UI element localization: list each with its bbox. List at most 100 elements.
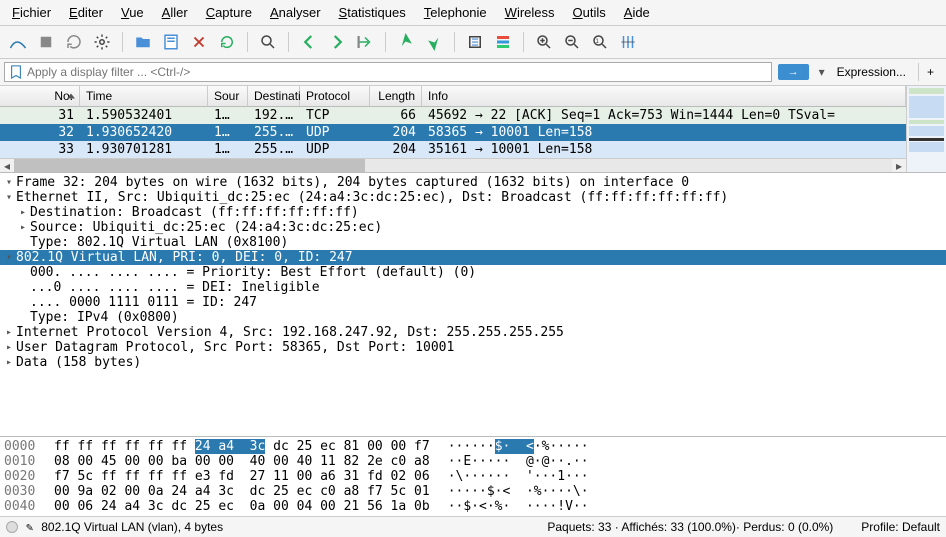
menu-outils[interactable]: Outils [565, 2, 614, 23]
cell: UDP [300, 141, 370, 158]
add-filter-button[interactable]: + [918, 63, 942, 81]
packet-list-pane: No.TimeSourDestinatiProtocolLengthInfo 3… [0, 86, 946, 172]
cell: 255.… [248, 141, 300, 158]
svg-text:1: 1 [596, 39, 600, 45]
hex-row[interactable]: 004000 06 24 a4 3c dc 25 ec 0a 00 04 00 … [4, 499, 942, 514]
packet-list-header[interactable]: No.TimeSourDestinatiProtocolLengthInfo [0, 86, 906, 107]
reload-icon[interactable] [62, 30, 86, 54]
packet-row[interactable]: 321.9306524201…255.…UDP20458365 → 10001 … [0, 124, 906, 141]
column-header-destinati[interactable]: Destinati [248, 86, 300, 106]
hex-row[interactable]: 0020f7 5c ff ff ff ff e3 fd 27 11 00 a6 … [4, 469, 942, 484]
menu-aide[interactable]: Aide [616, 2, 658, 23]
detail-row[interactable]: 000. .... .... .... = Priority: Best Eff… [0, 265, 946, 280]
hex-row[interactable]: 001008 00 45 00 00 ba 00 00 40 00 40 11 … [4, 454, 942, 469]
close-icon[interactable] [187, 30, 211, 54]
detail-row[interactable]: ▸Internet Protocol Version 4, Src: 192.1… [0, 325, 946, 340]
toolbar: 1 [0, 26, 946, 59]
detail-row[interactable]: ▾802.1Q Virtual LAN, PRI: 0, DEI: 0, ID:… [0, 250, 946, 265]
chevron-right-icon[interactable]: ▸ [16, 222, 30, 233]
detail-text: Internet Protocol Version 4, Src: 192.16… [16, 325, 564, 340]
detail-row[interactable]: ▸Source: Ubiquiti_dc:25:ec (24:a4:3c:dc:… [0, 220, 946, 235]
zoom-in-icon[interactable] [532, 30, 556, 54]
detail-row[interactable]: ▸User Datagram Protocol, Src Port: 58365… [0, 340, 946, 355]
detail-row[interactable]: ▾Ethernet II, Src: Ubiquiti_dc:25:ec (24… [0, 190, 946, 205]
display-filter-input-wrapper[interactable] [4, 62, 772, 82]
packet-row[interactable]: 331.9307012811…255.…UDP20435161 → 10001 … [0, 141, 906, 158]
chevron-down-icon[interactable]: ▾ [2, 177, 16, 188]
colorize-icon[interactable] [491, 30, 515, 54]
gear-icon[interactable] [90, 30, 114, 54]
chevron-down-icon[interactable]: ▾ [2, 252, 16, 263]
detail-row[interactable]: ▸Destination: Broadcast (ff:ff:ff:ff:ff:… [0, 205, 946, 220]
status-profile[interactable]: Profile: Default [861, 520, 940, 534]
menu-telephonie[interactable]: Telephonie [416, 2, 495, 23]
packet-row[interactable]: 311.5905324011…192.…TCP6645692 → 22 [ACK… [0, 107, 906, 124]
restart-icon[interactable] [215, 30, 239, 54]
menu-capture[interactable]: Capture [198, 2, 260, 23]
cell: 1… [208, 107, 248, 124]
hex-row[interactable]: 003000 9a 02 00 0a 24 a4 3c dc 25 ec c0 … [4, 484, 942, 499]
column-header-info[interactable]: Info [422, 86, 906, 106]
chevron-right-icon[interactable]: ▸ [2, 357, 16, 368]
menu-analyser[interactable]: Analyser [262, 2, 329, 23]
autoscroll-icon[interactable] [463, 30, 487, 54]
menu-aller[interactable]: Aller [154, 2, 196, 23]
first-icon[interactable] [394, 30, 418, 54]
chevron-right-icon[interactable]: ▸ [16, 207, 30, 218]
cell: 33 [0, 141, 80, 158]
resize-cols-icon[interactable] [616, 30, 640, 54]
column-header-time[interactable]: Time [80, 86, 208, 106]
filter-apply-button[interactable]: → [778, 64, 809, 80]
menu-vue[interactable]: Vue [113, 2, 152, 23]
chevron-down-icon[interactable]: ▾ [2, 192, 16, 203]
scroll-right-icon[interactable]: ▸ [892, 159, 906, 173]
forward-icon[interactable] [325, 30, 349, 54]
detail-row[interactable]: ▸Data (158 bytes) [0, 355, 946, 370]
open-icon[interactable] [131, 30, 155, 54]
menu-editer[interactable]: Editer [61, 2, 111, 23]
expression-button[interactable]: Expression... [831, 63, 912, 81]
expert-info-icon[interactable] [6, 521, 18, 533]
cell: 58365 → 10001 Len=158 [422, 124, 906, 141]
chevron-right-icon[interactable]: ▸ [2, 327, 16, 338]
column-header-sour[interactable]: Sour [208, 86, 248, 106]
edit-icon[interactable]: ✎ [26, 520, 33, 534]
zoom-out-icon[interactable] [560, 30, 584, 54]
column-header-no[interactable]: No. [0, 86, 80, 106]
save-icon[interactable] [159, 30, 183, 54]
zoom-reset-icon[interactable]: 1 [588, 30, 612, 54]
status-left: 802.1Q Virtual LAN (vlan), 4 bytes [41, 520, 223, 534]
scroll-left-icon[interactable]: ◂ [0, 159, 14, 173]
goto-icon[interactable] [353, 30, 377, 54]
column-header-protocol[interactable]: Protocol [300, 86, 370, 106]
bookmark-icon [9, 65, 23, 79]
display-filter-input[interactable] [27, 65, 767, 79]
back-icon[interactable] [297, 30, 321, 54]
packet-minimap[interactable] [906, 86, 946, 172]
chevron-right-icon[interactable]: ▸ [2, 342, 16, 353]
detail-text: User Datagram Protocol, Src Port: 58365,… [16, 340, 454, 355]
packet-bytes-pane[interactable]: 0000ff ff ff ff ff ff 24 a4 3c dc 25 ec … [0, 436, 946, 516]
hex-row[interactable]: 0000ff ff ff ff ff ff 24 a4 3c dc 25 ec … [4, 439, 942, 454]
menu-statistiques[interactable]: Statistiques [331, 2, 414, 23]
column-header-length[interactable]: Length [370, 86, 422, 106]
menu-fichier[interactable]: Fichier [4, 2, 59, 23]
packet-list-body[interactable]: 311.5905324011…192.…TCP6645692 → 22 [ACK… [0, 107, 906, 158]
detail-row[interactable]: Type: IPv4 (0x0800) [0, 310, 946, 325]
detail-row[interactable]: .... 0000 1111 0111 = ID: 247 [0, 295, 946, 310]
stop-icon[interactable] [34, 30, 58, 54]
detail-text: Source: Ubiquiti_dc:25:ec (24:a4:3c:dc:2… [30, 220, 382, 235]
filter-bar: → ▾ Expression... + [0, 59, 946, 86]
detail-row[interactable]: ...0 .... .... .... = DEI: Ineligible [0, 280, 946, 295]
detail-row[interactable]: ▾Frame 32: 204 bytes on wire (1632 bits)… [0, 175, 946, 190]
detail-row[interactable]: Type: 802.1Q Virtual LAN (0x8100) [0, 235, 946, 250]
cell: 1… [208, 124, 248, 141]
horizontal-scrollbar[interactable]: ◂ ▸ [0, 158, 906, 172]
find-icon[interactable] [256, 30, 280, 54]
fin-icon[interactable] [6, 30, 30, 54]
packet-details-pane[interactable]: ▾Frame 32: 204 bytes on wire (1632 bits)… [0, 172, 946, 436]
status-packets: Paquets: 33 · Affichés: 33 (100.0%)· Per… [547, 520, 833, 534]
menu-wireless[interactable]: Wireless [497, 2, 563, 23]
last-icon[interactable] [422, 30, 446, 54]
filter-dropdown-icon[interactable]: ▾ [819, 65, 825, 79]
